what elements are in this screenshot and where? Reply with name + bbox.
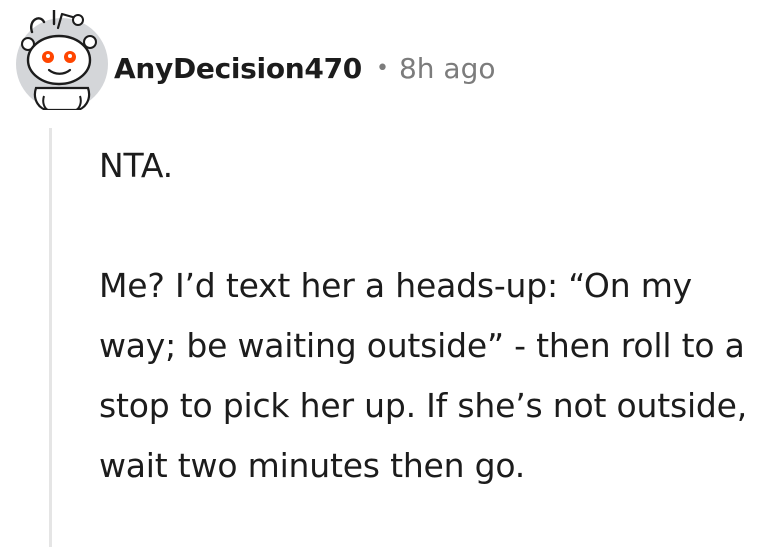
meta-separator: • <box>375 55 389 81</box>
comment-timestamp[interactable]: 8h ago <box>399 52 496 85</box>
comment-paragraph: NTA. <box>99 146 173 185</box>
comment: AnyDecision470 • 8h ago NTA. Me? I’d tex… <box>0 0 766 547</box>
thread-collapse-line[interactable] <box>49 128 52 547</box>
comment-meta: AnyDecision470 • 8h ago <box>114 48 495 88</box>
reddit-snoo-avatar-icon[interactable] <box>14 10 110 110</box>
comment-body: NTA. Me? I’d text her a heads-up: “On my… <box>99 136 754 496</box>
comment-paragraph: Me? I’d text her a heads-up: “On my way;… <box>99 266 748 485</box>
author-username[interactable]: AnyDecision470 <box>114 52 362 85</box>
